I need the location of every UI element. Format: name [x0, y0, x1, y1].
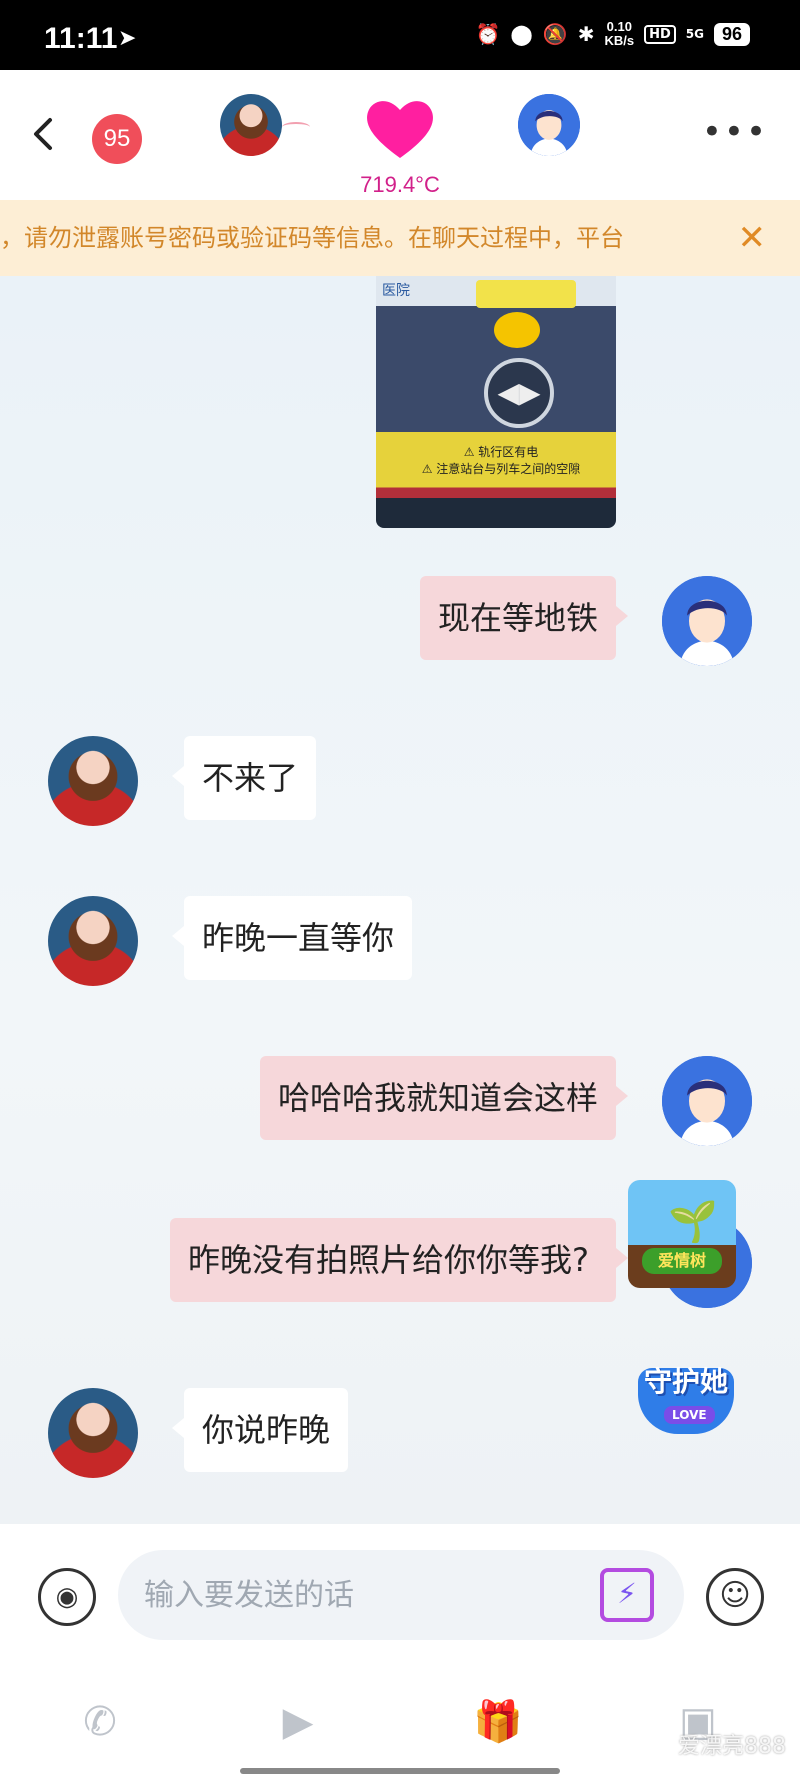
partner-message-bubble[interactable]: 不来了 — [171, 736, 317, 820]
magic-icon: ⚡ — [617, 1577, 637, 1610]
magic-reply-button[interactable]: ⚡ — [600, 1568, 654, 1622]
unread-badge[interactable]: 95 — [92, 114, 142, 164]
battery-indicator: 96 — [713, 22, 750, 46]
gift-icon: 🎁 — [473, 1699, 523, 1745]
home-indicator[interactable] — [240, 1768, 560, 1774]
photo-message[interactable]: 医院 ◀▶ ⚠ 轨行区有电 ⚠ 注意站台与列车之间的空隙 — [376, 276, 616, 528]
my-avatar[interactable] — [662, 576, 752, 666]
voice-icon: ◉ — [55, 1582, 79, 1612]
connection-line — [282, 122, 310, 132]
voice-call-button[interactable]: ✆ — [70, 1692, 130, 1752]
back-button[interactable] — [28, 114, 64, 160]
photo-warning-line1: ⚠ 轨行区有电 — [463, 445, 539, 459]
intimacy-heart-icon[interactable] — [362, 96, 438, 162]
love-tree-widget[interactable]: 🌱 爱情树 — [628, 1180, 736, 1288]
network-speed: 0.10 KB/s — [604, 20, 634, 48]
my-message-bubble[interactable]: 现在等地铁 — [419, 576, 629, 660]
emoji-button[interactable]: ☺ — [706, 1568, 764, 1626]
network-speed-unit: KB/s — [604, 33, 635, 48]
my-avatar[interactable] — [662, 1056, 752, 1146]
my-avatar[interactable] — [518, 94, 580, 156]
phone-icon: ✆ — [83, 1699, 117, 1745]
photo-warning-line2: ⚠ 注意站台与列车之间的空隙 — [421, 462, 581, 476]
chat-header: 95 719.4°C ••• — [0, 70, 800, 200]
status-icons: ⏰ ⬤ 🔕 ✱ 0.10 KB/s HD 5G 96 — [475, 20, 750, 48]
notice-text: ，请勿泄露账号密码或验证码等信息。在聊天过程中，平台 — [0, 224, 624, 252]
back-arrow-icon — [34, 118, 52, 150]
location-icon: ⬤ — [510, 22, 533, 46]
close-icon[interactable]: ✕ — [738, 200, 767, 276]
photo-warning: ⚠ 轨行区有电 ⚠ 注意站台与列车之间的空隙 — [396, 444, 606, 478]
security-notice: ，请勿泄露账号密码或验证码等信息。在聊天过程中，平台 ✕ — [0, 200, 800, 276]
voice-input-button[interactable]: ◉ — [38, 1568, 96, 1626]
photo-sticker — [476, 280, 576, 308]
signal-icon: 5G — [685, 27, 704, 41]
partner-avatar[interactable] — [220, 94, 282, 156]
bottom-toolbar: ✆ ▶ 🎁 ▣ 爱漂亮888 — [0, 1668, 800, 1778]
guard-her-widget[interactable]: 守护她 LOVE — [628, 1358, 744, 1440]
guard-title: 守护她 — [643, 1365, 728, 1398]
location-arrow-icon: ➤ — [118, 26, 137, 51]
partner-message-bubble[interactable]: 昨晚一直等你 — [171, 896, 413, 980]
chat-messages[interactable]: 医院 ◀▶ ⚠ 轨行区有电 ⚠ 注意站台与列车之间的空隙 现在等地铁 不来了 昨… — [0, 276, 800, 1524]
intimacy-temperature: 719.4°C — [360, 172, 440, 197]
partner-avatar[interactable] — [48, 736, 138, 826]
bluetooth-icon: ✱ — [577, 22, 595, 46]
partner-avatar[interactable] — [48, 1388, 138, 1478]
input-bar: ◉ ⚡ ☺ — [0, 1524, 800, 1668]
photo-mascot — [494, 312, 540, 348]
love-tree-label: 爱情树 — [642, 1248, 722, 1274]
watermark: 爱漂亮888 — [678, 1734, 786, 1759]
partner-avatar[interactable] — [48, 896, 138, 986]
emoji-icon: ☺ — [719, 1578, 751, 1613]
my-message-bubble[interactable]: 哈哈哈我就知道会这样 — [259, 1056, 629, 1140]
status-bar: 11:11 ➤ ⏰ ⬤ 🔕 ✱ 0.10 KB/s HD 5G 96 — [0, 0, 800, 70]
my-message-bubble[interactable]: 昨晚没有拍照片给你你等我? — [170, 1218, 628, 1302]
alarm-icon: ⏰ — [475, 22, 501, 46]
photo-station-label: 医院 — [382, 283, 410, 299]
status-time: 11:11 — [44, 22, 118, 55]
partner-message-bubble[interactable]: 你说昨晚 — [171, 1388, 349, 1472]
gift-button[interactable]: 🎁 — [468, 1692, 528, 1752]
guard-love-label: LOVE — [664, 1406, 715, 1424]
video-icon: ▶ — [282, 1699, 314, 1745]
video-call-button[interactable]: ▶ — [268, 1692, 328, 1752]
more-icon: ••• — [701, 112, 768, 152]
door-arrow-sign: ◀▶ — [484, 358, 554, 428]
mute-icon: 🔕 — [542, 22, 568, 46]
sprout-icon: 🌱 — [668, 1199, 718, 1245]
hd-icon: HD — [644, 24, 676, 44]
network-speed-value: 0.10 — [606, 19, 632, 34]
more-menu-button[interactable]: ••• — [702, 115, 768, 149]
